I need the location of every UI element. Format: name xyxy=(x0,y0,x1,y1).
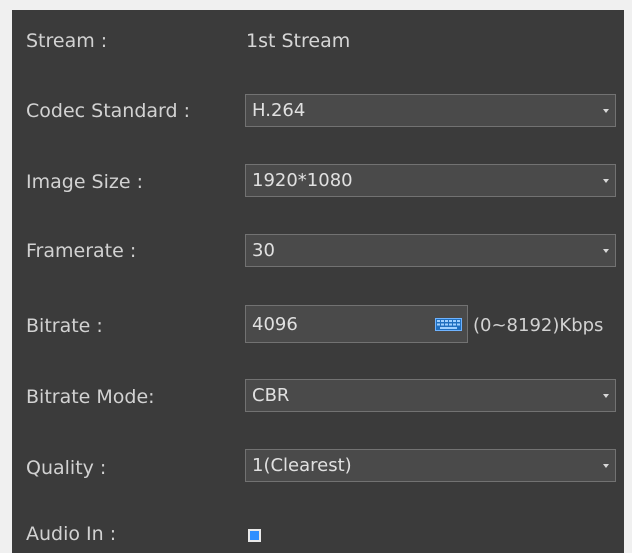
chevron-down-icon xyxy=(603,179,609,183)
bitrate-mode-value: CBR xyxy=(252,385,290,406)
image-size-value: 1920*1080 xyxy=(252,170,353,191)
chevron-down-icon xyxy=(603,394,609,398)
audio-in-label: Audio In : xyxy=(26,523,117,545)
bitrate-mode-select[interactable]: CBR xyxy=(245,379,616,412)
quality-label: Quality : xyxy=(26,457,107,479)
codec-standard-select[interactable]: H.264 xyxy=(245,94,616,127)
bitrate-value: 4096 xyxy=(252,314,298,335)
framerate-value: 30 xyxy=(252,240,275,261)
quality-value: 1(Clearest) xyxy=(252,455,352,476)
framerate-label: Framerate : xyxy=(26,240,137,262)
quality-select[interactable]: 1(Clearest) xyxy=(245,449,616,482)
framerate-select[interactable]: 30 xyxy=(245,234,616,267)
stream-settings-panel: Stream : 1st Stream Codec Standard : H.2… xyxy=(12,10,624,553)
codec-standard-label: Codec Standard : xyxy=(26,100,191,122)
chevron-down-icon xyxy=(603,464,609,468)
image-size-label: Image Size : xyxy=(26,171,143,193)
chevron-down-icon xyxy=(603,249,609,253)
stream-label: Stream : xyxy=(26,30,108,52)
image-size-select[interactable]: 1920*1080 xyxy=(245,164,616,197)
chevron-down-icon xyxy=(603,109,609,113)
bitrate-label: Bitrate : xyxy=(26,315,103,337)
stream-value: 1st Stream xyxy=(246,30,351,52)
audio-in-checkbox[interactable] xyxy=(248,529,261,542)
bitrate-input[interactable]: 4096 xyxy=(245,305,468,343)
bitrate-mode-label: Bitrate Mode: xyxy=(26,386,155,408)
keyboard-icon[interactable] xyxy=(435,318,462,331)
bitrate-range-hint: (0~8192)Kbps xyxy=(473,315,604,336)
codec-standard-value: H.264 xyxy=(252,100,306,121)
